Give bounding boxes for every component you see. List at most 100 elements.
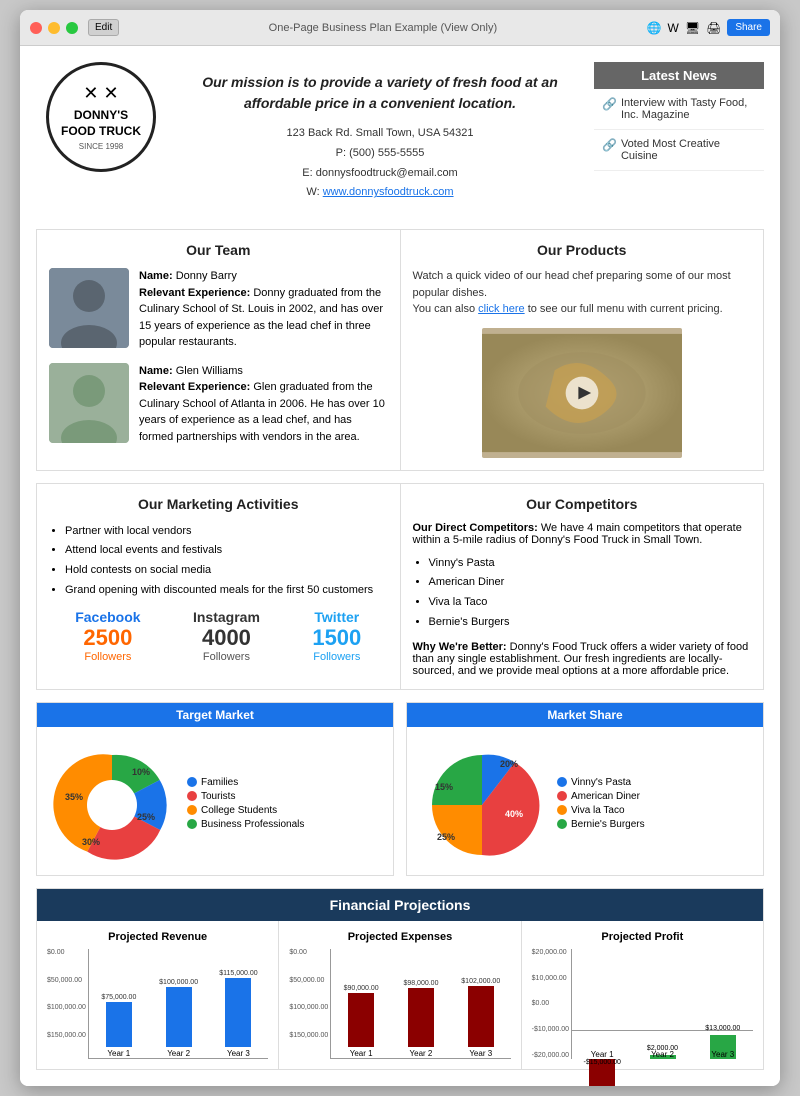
legend-business: Business Professionals: [201, 819, 304, 830]
close-button[interactable]: [30, 22, 42, 34]
news-header: Latest News: [594, 62, 764, 89]
pie-charts-row: Target Market: [36, 702, 764, 876]
team-member-2: Name: Glen Williams Relevant Experience:…: [49, 363, 388, 446]
team-member-1: Name: Donny Barry Relevant Experience: D…: [49, 268, 388, 351]
menu-link[interactable]: click here: [478, 303, 524, 315]
competitor-1: Vinny's Pasta: [429, 554, 752, 574]
target-market-pie: 10% 25% 30% 35%: [47, 745, 177, 865]
facebook-count: 2500: [75, 625, 140, 651]
legend-vinnys: Vinny's Pasta: [571, 777, 631, 788]
marketing-title: Our Marketing Activities: [49, 496, 388, 512]
why-better: Why We're Better: Donny's Food Truck off…: [413, 641, 752, 677]
profit-chart: Projected Profit $20,000.00 $10,000.00 $…: [522, 921, 763, 1069]
activity-3: Hold contests on social media: [65, 561, 388, 581]
products-section: Our Products Watch a quick video of our …: [401, 230, 764, 470]
better-label: Why We're Better:: [413, 641, 507, 653]
minimize-button[interactable]: [48, 22, 60, 34]
svg-text:20%: 20%: [500, 759, 518, 769]
rev-bar-1-label: Year 1: [107, 1049, 130, 1058]
target-market-title: Target Market: [37, 703, 393, 727]
revenue-chart-area: $150,000.00 $100,000.00 $50,000.00 $0.00…: [47, 949, 268, 1059]
market-share-chart: Market Share 20%: [406, 702, 764, 876]
exp-bar-2-label: Year 2: [410, 1049, 433, 1058]
prof-bar-1-label: Year 1: [591, 1050, 614, 1059]
svg-text:10%: 10%: [132, 767, 150, 777]
facebook-followers: Followers: [75, 651, 140, 663]
instagram-followers: Followers: [193, 651, 260, 663]
exp-bar-3-label: Year 3: [469, 1049, 492, 1058]
social-twitter: Twitter 1500 Followers: [312, 609, 361, 663]
share-button[interactable]: Share: [727, 19, 770, 36]
facebook-label: Facebook: [75, 609, 140, 625]
exp-bar-1-fill: [348, 993, 374, 1047]
zero-line: [572, 949, 753, 1032]
competitor-2: American Diner: [429, 573, 752, 593]
logo-area: ✕ ✕ DONNY'SFOOD TRUCK SINCE 1998: [36, 62, 166, 172]
email: E: donnysfoodtruck@email.com: [186, 164, 574, 184]
products-title: Our Products: [413, 242, 752, 258]
legend-tourists: Tourists: [201, 791, 235, 802]
revenue-title: Projected Revenue: [47, 931, 268, 943]
team-products-section: Our Team Name: Donny Barry Relevant Expe…: [36, 229, 764, 471]
rev-bar-2-label: Year 2: [167, 1049, 190, 1058]
revenue-y-axis: $150,000.00 $100,000.00 $50,000.00 $0.00: [47, 949, 88, 1039]
logo-since: SINCE 1998: [79, 142, 123, 151]
prof-bar-3-label: Year 3: [711, 1050, 734, 1059]
website: W: www.donnysfoodtruck.com: [186, 183, 574, 203]
expenses-title: Projected Expenses: [289, 931, 510, 943]
news-item-2: 🔗 Voted Most Creative Cuisine: [594, 130, 764, 171]
profit-y-axis: $20,000.00 $10,000.00 $0.00 -$10,000.00 …: [532, 949, 571, 1059]
member-info-1: Name: Donny Barry Relevant Experience: D…: [139, 268, 388, 351]
toolbar-right: 🌐 W 🖥 🖨 Share: [647, 19, 770, 36]
expenses-y-axis: $150,000.00 $100,000.00 $50,000.00 $0.00: [289, 949, 330, 1039]
video-thumbnail[interactable]: [482, 328, 682, 458]
window-controls: [30, 22, 78, 34]
marketing-competitors-section: Our Marketing Activities Partner with lo…: [36, 483, 764, 690]
activity-4: Grand opening with discounted meals for …: [65, 581, 388, 601]
legend-college: College Students: [201, 805, 277, 816]
financial-charts: Projected Revenue $150,000.00 $100,000.0…: [37, 921, 763, 1069]
market-share-pie: 20% 40% 25% 15%: [417, 745, 547, 865]
exp-bar-1-label: Year 1: [350, 1049, 373, 1058]
rev-bar-2: $100,000.00 Year 2: [153, 979, 205, 1058]
activity-1: Partner with local vendors: [65, 522, 388, 542]
link-icon-2: 🔗: [602, 138, 617, 152]
title-text: One-Page Business Plan Example (View Onl…: [269, 22, 497, 34]
rev-bar-1: $75,000.00 Year 1: [93, 994, 145, 1058]
news-box: Latest News 🔗 Interview with Tasty Food,…: [594, 62, 764, 171]
revenue-bars: $75,000.00 Year 1 $100,000.00 Year 2 $11…: [88, 949, 268, 1059]
prof-bar-1-value: -$15,000.00: [584, 1059, 621, 1066]
website-link[interactable]: www.donnysfoodtruck.com: [323, 186, 454, 198]
news-text-1: Interview with Tasty Food, Inc. Magazine: [621, 97, 756, 121]
phone: P: (500) 555-5555: [186, 144, 574, 164]
profit-title: Projected Profit: [532, 931, 753, 943]
rev-bar-3: $115,000.00 Year 3: [213, 970, 265, 1058]
svg-text:15%: 15%: [435, 782, 453, 792]
competitors-title: Our Competitors: [413, 496, 752, 512]
svg-text:30%: 30%: [82, 837, 100, 847]
contact-info: 123 Back Rd. Small Town, USA 54321 P: (5…: [186, 124, 574, 203]
logo-icon: ✕ ✕: [83, 83, 118, 104]
rev-bar-3-label: Year 3: [227, 1049, 250, 1058]
expenses-chart-area: $150,000.00 $100,000.00 $50,000.00 $0.00…: [289, 949, 510, 1059]
instagram-label: Instagram: [193, 609, 260, 625]
font-icon: W: [668, 21, 679, 35]
exp-bar-2-fill: [408, 988, 434, 1047]
twitter-label: Twitter: [312, 609, 361, 625]
member-photo-1: [49, 268, 129, 348]
legend-american: American Diner: [571, 791, 640, 802]
logo-name: DONNY'SFOOD TRUCK: [61, 108, 141, 139]
monitor-icon: 🖥: [685, 21, 700, 35]
profit-chart-area: $20,000.00 $10,000.00 $0.00 -$10,000.00 …: [532, 949, 753, 1059]
expenses-chart: Projected Expenses $150,000.00 $100,000.…: [279, 921, 521, 1069]
edit-button[interactable]: Edit: [88, 19, 119, 36]
products-description: Watch a quick video of our head chef pre…: [413, 268, 752, 318]
legend-viva: Viva la Taco: [571, 805, 625, 816]
maximize-button[interactable]: [66, 22, 78, 34]
prof-bar-3-value: $13,000.00: [705, 1025, 740, 1032]
target-market-chart: Target Market: [36, 702, 394, 876]
marketing-competitors-inner: Our Marketing Activities Partner with lo…: [37, 484, 763, 689]
competitor-4: Bernie's Burgers: [429, 613, 752, 633]
prof-bar-2-label: Year 2: [651, 1050, 674, 1059]
address: 123 Back Rd. Small Town, USA 54321: [186, 124, 574, 144]
